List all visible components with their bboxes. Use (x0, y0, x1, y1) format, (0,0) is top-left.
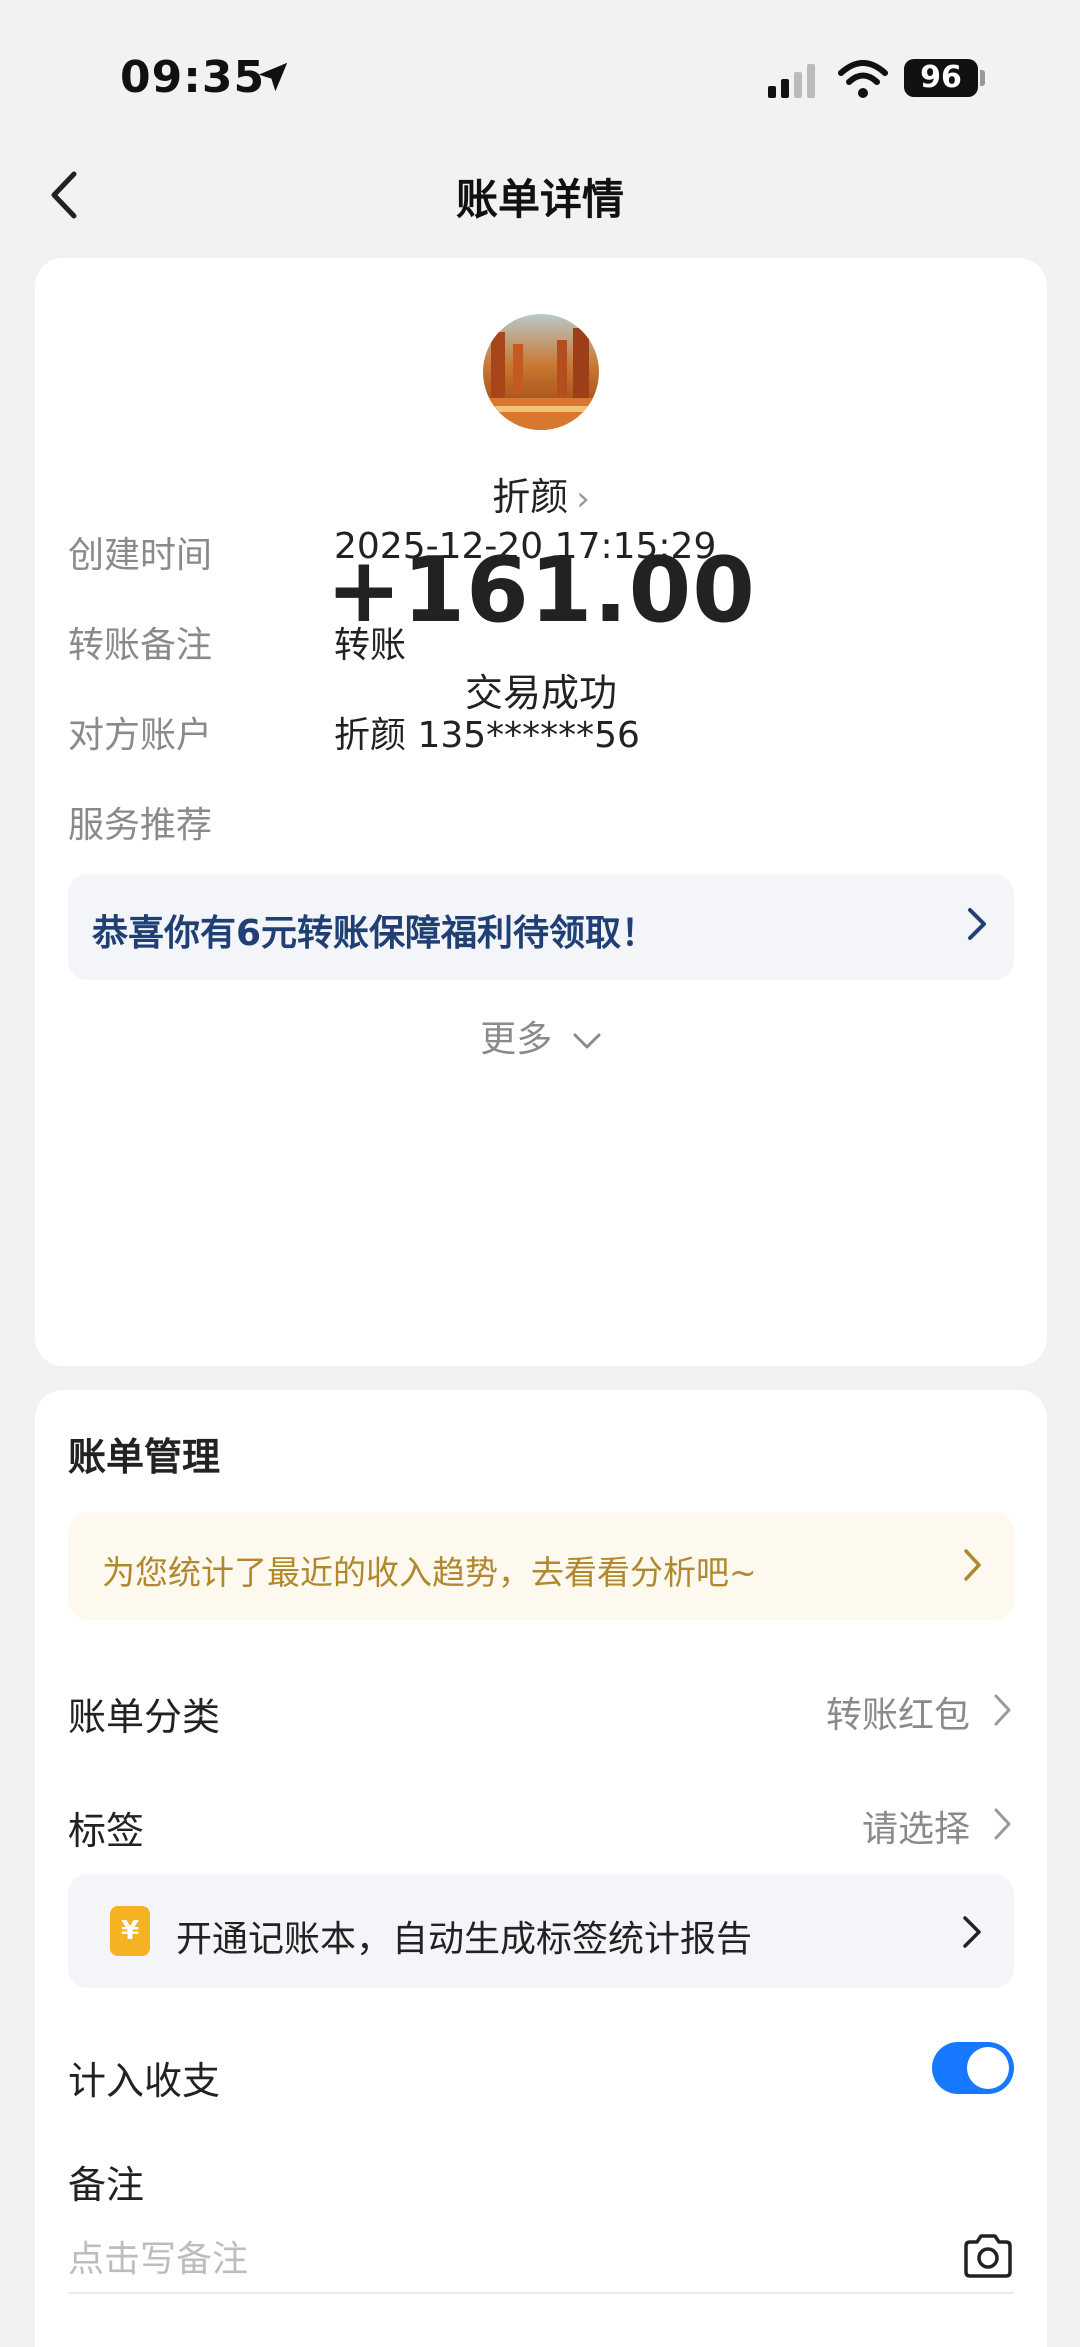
promo-banner[interactable]: 恭喜你有6元转账保障福利待领取！ (68, 874, 1014, 980)
detail-value: 折颜 135******56 (334, 715, 640, 756)
detail-row-created-time: 创建时间 2025-12-20 17:15:29 (68, 520, 1014, 580)
detail-label: 创建时间 (68, 535, 213, 576)
location-arrow-icon (258, 62, 288, 92)
chevron-right-icon (963, 1916, 981, 1948)
toggle-knob (967, 2047, 1009, 2089)
chevron-right-icon: › (576, 479, 590, 519)
payee-name: 折颜 (492, 475, 569, 519)
battery-tip (980, 70, 985, 86)
signal-icon (768, 64, 815, 98)
wifi-icon (838, 60, 888, 98)
analysis-text: 为您统计了最近的收入趋势，去看看分析吧~ (102, 1553, 757, 1592)
ledger-promo-banner[interactable]: ¥ 开通记账本，自动生成标签统计报告 (68, 1874, 1014, 1988)
detail-row-transfer-note: 转账备注 转账 (68, 610, 1014, 670)
page-title: 账单详情 (455, 175, 624, 224)
detail-row-service: 服务推荐 (68, 790, 1014, 850)
payee-name-link[interactable]: 折颜 › (35, 466, 1047, 521)
detail-value: 2025-12-20 17:15:29 (334, 526, 717, 567)
chevron-right-icon (994, 1694, 1011, 1726)
chevron-right-icon (994, 1808, 1011, 1840)
income-analysis-banner[interactable]: 为您统计了最近的收入趋势，去看看分析吧~ (68, 1512, 1014, 1620)
detail-label: 服务推荐 (68, 805, 213, 846)
status-time: 09:35 (120, 52, 266, 103)
include-stats-label: 计入收支 (68, 2059, 221, 2103)
section-title: 账单管理 (68, 1435, 221, 1479)
yen-badge-icon: ¥ (110, 1906, 150, 1956)
avatar[interactable] (483, 314, 599, 430)
transaction-card: 折颜 › +161.00 交易成功 创建时间 2025-12-20 17:15:2… (35, 258, 1047, 1366)
chevron-right-icon (968, 908, 986, 940)
chevron-down-icon (573, 1033, 601, 1049)
tag-row[interactable]: 标签 请选择 (68, 1790, 1014, 1856)
status-bar: 09:35 96 (0, 0, 1080, 150)
detail-label: 转账备注 (68, 625, 213, 666)
category-label: 账单分类 (68, 1695, 221, 1739)
divider (68, 2292, 1014, 2294)
battery-indicator: 96 (904, 59, 978, 97)
more-label: 更多 (480, 1019, 553, 1060)
include-stats-toggle[interactable] (932, 2042, 1014, 2094)
more-button[interactable]: 更多 (35, 1010, 1047, 1062)
bill-management-card: 账单管理 为您统计了最近的收入趋势，去看看分析吧~ 账单分类 转账红包 标签 请… (35, 1390, 1047, 2347)
camera-icon[interactable] (962, 2232, 1014, 2280)
detail-row-counterparty: 对方账户 折颜 135******56 (68, 700, 1014, 760)
promo-text: 恭喜你有6元转账保障福利待领取！ (92, 913, 658, 954)
category-value: 转账红包 (825, 1695, 970, 1736)
tag-value: 请选择 (861, 1809, 970, 1850)
detail-label: 对方账户 (68, 715, 213, 756)
detail-value: 转账 (334, 625, 407, 666)
bill-category-row[interactable]: 账单分类 转账红包 (68, 1676, 1014, 1742)
ledger-text: 开通记账本，自动生成标签统计报告 (176, 1919, 753, 1960)
chevron-right-icon (964, 1549, 981, 1581)
note-input[interactable]: 点击写备注 (68, 2230, 968, 2290)
note-row: 备注 (68, 2144, 1014, 2210)
note-label: 备注 (68, 2163, 145, 2207)
include-stats-row: 计入收支 (68, 2040, 1014, 2106)
tag-label: 标签 (68, 1809, 145, 1853)
